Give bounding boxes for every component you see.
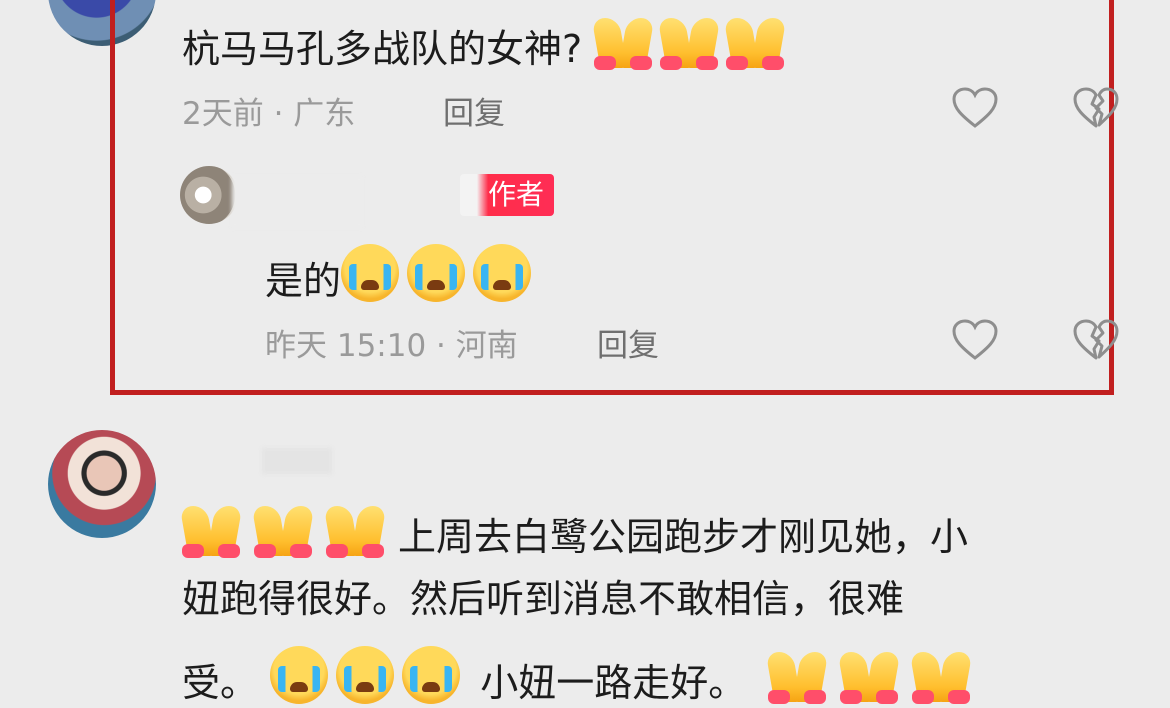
comment-text: 受。 小妞一路走好。 [182, 646, 978, 708]
comment-meta: 2天前 · 广东 [182, 96, 356, 132]
reply-text: 是的 [265, 244, 539, 306]
folded-hands-emoji [726, 14, 785, 70]
reply-body: 是的 [265, 259, 342, 303]
loudly-crying-face-emoji [473, 244, 532, 302]
folded-hands-emoji [768, 648, 827, 704]
comment-text: 上周去白鹭公园跑步才刚见她，小 [182, 502, 968, 562]
comment-body: 杭马马孔多战队的女神? [182, 27, 583, 71]
commenter-avatar[interactable] [48, 430, 156, 538]
reply-meta: 昨天 15:10 · 河南 [265, 328, 518, 364]
folded-hands-emoji [912, 648, 971, 704]
redacted-username [232, 176, 362, 228]
heart-icon[interactable] [951, 318, 999, 362]
comment-text: 杭马马孔多战队的女神? [182, 14, 792, 74]
comment-line-2: 妞跑得很好。然后听到消息不敢相信，很难 [182, 577, 905, 621]
author-tag: 作者 [460, 174, 554, 216]
comment-line-1: 上周去白鹭公园跑步才刚见她，小 [398, 515, 969, 559]
folded-hands-emoji [182, 502, 240, 558]
heart-broken-icon[interactable] [1072, 86, 1120, 130]
redacted-username [262, 448, 332, 474]
comment-line-3a: 受。 [182, 661, 259, 705]
folded-hands-emoji [840, 648, 899, 704]
folded-hands-emoji [660, 14, 719, 70]
comment-line-3b: 小妞一路走好。 [480, 661, 747, 705]
reply-button[interactable]: 回复 [443, 88, 505, 133]
loudly-crying-face-emoji [270, 646, 329, 704]
folded-hands-emoji [326, 502, 384, 558]
folded-hands-emoji [254, 502, 312, 558]
heart-broken-icon[interactable] [1072, 318, 1120, 362]
loudly-crying-face-emoji [341, 244, 400, 302]
loudly-crying-face-emoji [407, 244, 466, 302]
loudly-crying-face-emoji [336, 646, 395, 704]
reply-button[interactable]: 回复 [597, 320, 659, 365]
author-avatar[interactable] [180, 166, 238, 224]
folded-hands-emoji [594, 14, 653, 70]
heart-icon[interactable] [951, 86, 999, 130]
loudly-crying-face-emoji [402, 646, 461, 704]
